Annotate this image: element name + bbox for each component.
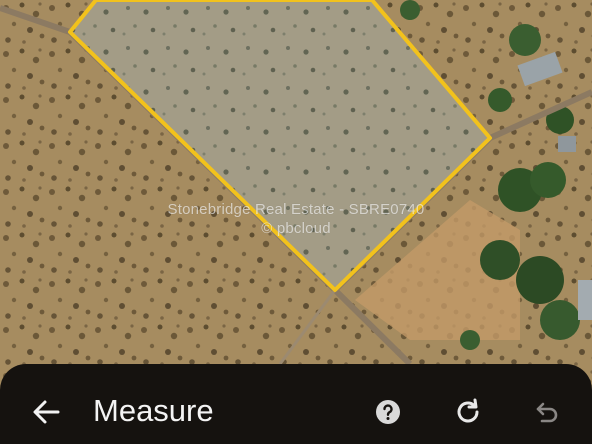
building bbox=[558, 136, 576, 152]
refresh-button[interactable] bbox=[452, 396, 484, 428]
refresh-icon bbox=[457, 398, 479, 423]
watermark-credit: © pbcloud bbox=[261, 220, 331, 237]
help-button[interactable] bbox=[374, 398, 402, 426]
watermark-text: Stonebridge Real Estate - SBRE0740 bbox=[167, 201, 425, 218]
help-icon bbox=[376, 400, 400, 424]
undo-icon bbox=[536, 402, 558, 423]
undo-button[interactable] bbox=[530, 396, 562, 428]
building bbox=[578, 280, 592, 320]
bottom-toolbar: Measure bbox=[0, 364, 592, 444]
back-button[interactable] bbox=[28, 394, 64, 430]
page-title: Measure bbox=[93, 393, 214, 428]
arrow-back-icon bbox=[33, 400, 60, 424]
